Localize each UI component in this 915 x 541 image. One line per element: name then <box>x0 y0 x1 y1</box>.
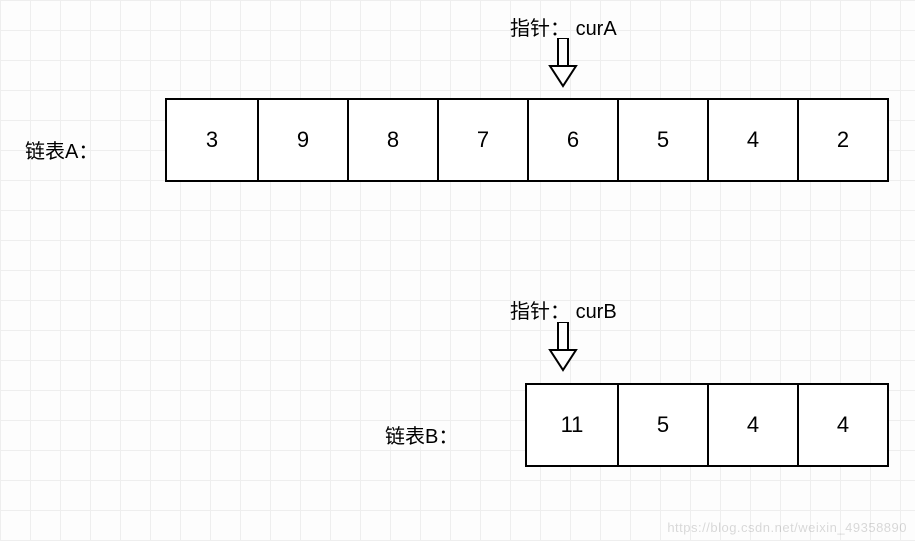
linked-list-a: 3 9 8 7 6 5 4 2 <box>165 98 889 182</box>
pointer-a-name: curA <box>576 18 617 40</box>
list-a-cell: 2 <box>797 100 887 180</box>
pointer-b-prefix: 指针： <box>510 301 570 323</box>
list-a-label: 链表A： <box>25 135 98 164</box>
watermark-text: https://blog.csdn.net/weixin_49358890 <box>667 520 907 535</box>
list-a-cell: 3 <box>167 100 257 180</box>
list-b-cell: 4 <box>707 385 797 465</box>
arrow-down-icon <box>548 322 578 372</box>
pointer-a-prefix: 指针： <box>510 18 570 40</box>
list-a-cell: 5 <box>617 100 707 180</box>
list-a-cell: 8 <box>347 100 437 180</box>
list-a-cell: 9 <box>257 100 347 180</box>
list-b-cell: 4 <box>797 385 887 465</box>
list-a-cell: 4 <box>707 100 797 180</box>
pointer-b-label: 指针： curB <box>510 295 617 324</box>
list-b-cell: 5 <box>617 385 707 465</box>
pointer-a-label: 指针： curA <box>510 12 617 41</box>
list-b-label: 链表B： <box>385 420 458 449</box>
list-a-cell: 6 <box>527 100 617 180</box>
pointer-b-name: curB <box>576 301 617 323</box>
list-b-cell: 11 <box>527 385 617 465</box>
list-a-cell: 7 <box>437 100 527 180</box>
linked-list-b: 11 5 4 4 <box>525 383 889 467</box>
arrow-down-icon <box>548 38 578 88</box>
